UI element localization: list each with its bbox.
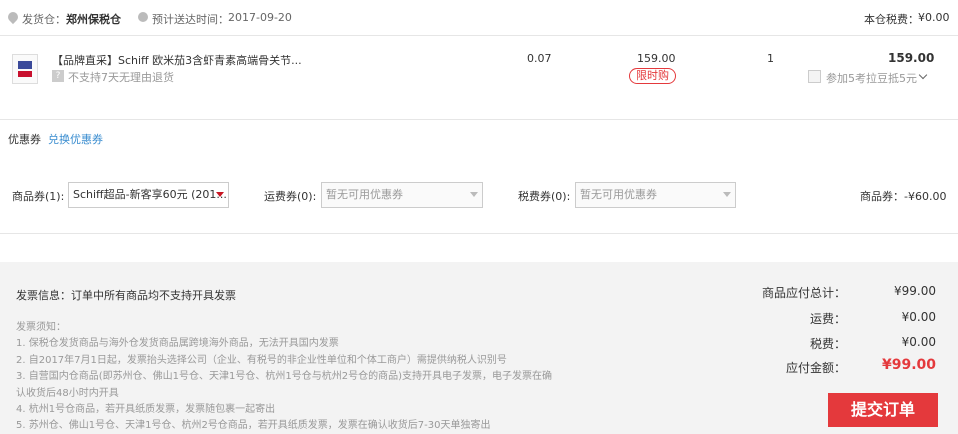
shipping-fee-value: ¥0.00 — [901, 310, 936, 324]
order-footer-panel: 发票信息：订单中所有商品均不支持开具发票 发票须知： 1. 保税仓发货商品与海外… — [0, 262, 958, 434]
warehouse-value: 郑州保税仓 — [66, 13, 121, 26]
subtotal: 159.00 — [888, 51, 935, 65]
goods-total-value: ¥99.00 — [894, 284, 936, 298]
invoice-note: 1. 保税仓发货商品与海外仓发货商品属跨境海外商品，无法开具国内发票 — [16, 338, 339, 350]
tax-coupon-select[interactable]: 暂无可用优惠券 — [575, 182, 736, 208]
invoice-note: 3. 自营国内仓商品(即苏州仓、佛山1号仓、天津1号仓、杭州1号仓与杭州2号仓的… — [16, 371, 552, 383]
points-checkbox[interactable] — [808, 70, 821, 83]
goods-coupon-selected: Schiff超品-新客享60元 (201... — [73, 188, 227, 201]
warehouse-label: 发货仓： — [22, 13, 66, 26]
clock-icon — [138, 12, 148, 22]
tax-fee-value: ¥0.00 — [901, 335, 936, 349]
divider — [0, 119, 958, 120]
promo-badge: 限时购 — [629, 68, 676, 84]
shipping-fee-label: 运费： — [809, 312, 846, 326]
coupon-title: 优惠券 — [8, 133, 41, 146]
goods-total-label: 商品应付总计： — [761, 286, 846, 300]
exchange-coupon-link[interactable]: 兑换优惠券 — [48, 131, 103, 147]
warehouse-tax-value: ¥0.00 — [918, 11, 950, 24]
location-pin-icon — [5, 9, 21, 25]
divider — [0, 233, 958, 234]
quantity: 1 — [767, 52, 774, 65]
submit-order-button[interactable]: 提交订单 — [828, 393, 938, 427]
invoice-notes: 发票须知： 1. 保税仓发货商品与海外仓发货商品属跨境海外商品，无法开具国内发票… — [16, 320, 616, 434]
invoice-note: 4. 杭州1号仓商品，若开具纸质发票，发票随包裹一起寄出 — [16, 404, 276, 416]
shipping-coupon-select[interactable]: 暂无可用优惠券 — [321, 182, 483, 208]
dropdown-arrow-icon — [216, 192, 224, 197]
invoice-notes-title: 发票须知： — [16, 322, 66, 333]
shipping-coupon-label: 运费券(0): — [264, 190, 317, 203]
invoice-note: 2. 自2017年7月1日起，发票抬头选择公司（企业、有税号的非企业性单位和个体… — [16, 354, 507, 366]
tax-coupon-label: 税费券(0): — [518, 190, 571, 203]
product-weight: 0.07 — [527, 52, 552, 65]
divider — [0, 35, 958, 36]
dropdown-arrow-icon — [470, 192, 478, 197]
invoice-note: 5. 苏州仓、佛山1号仓、天津1号仓、杭州2号仓商品，若开具纸质发票，发票在确认… — [16, 420, 491, 432]
warehouse-tax-label: 本仓税费： — [864, 13, 919, 26]
goods-coupon-label: 商品券(1): — [12, 190, 65, 203]
chevron-down-icon[interactable] — [918, 70, 928, 80]
delivery-date: 2017-09-20 — [228, 11, 292, 24]
product-title[interactable]: 【品牌直采】Schiff 欧米茄3含虾青素高端骨关节... — [52, 52, 302, 68]
goods-coupon-select[interactable]: Schiff超品-新客享60元 (201... — [68, 182, 229, 208]
dropdown-arrow-icon — [723, 192, 731, 197]
return-policy: 不支持7天无理由退货 — [68, 71, 174, 84]
unit-price: 159.00 — [637, 52, 676, 65]
points-text: 参加5考拉豆抵5元 — [826, 72, 917, 85]
invoice-note: 认收货后48小时内开具 — [16, 387, 119, 399]
shipping-coupon-placeholder: 暂无可用优惠券 — [326, 188, 403, 201]
invoice-info: 发票信息：订单中所有商品均不支持开具发票 — [16, 289, 236, 302]
product-thumbnail[interactable] — [12, 54, 38, 84]
payable-label: 应付金额： — [785, 361, 846, 375]
payable-value: ¥99.00 — [881, 357, 936, 373]
tax-coupon-placeholder: 暂无可用优惠券 — [580, 188, 657, 201]
delivery-label: 预计送达时间： — [152, 13, 229, 26]
question-icon[interactable]: ? — [52, 70, 64, 82]
coupon-discount: 商品券：-¥60.00 — [860, 190, 947, 203]
tax-fee-label: 税费： — [809, 337, 846, 351]
